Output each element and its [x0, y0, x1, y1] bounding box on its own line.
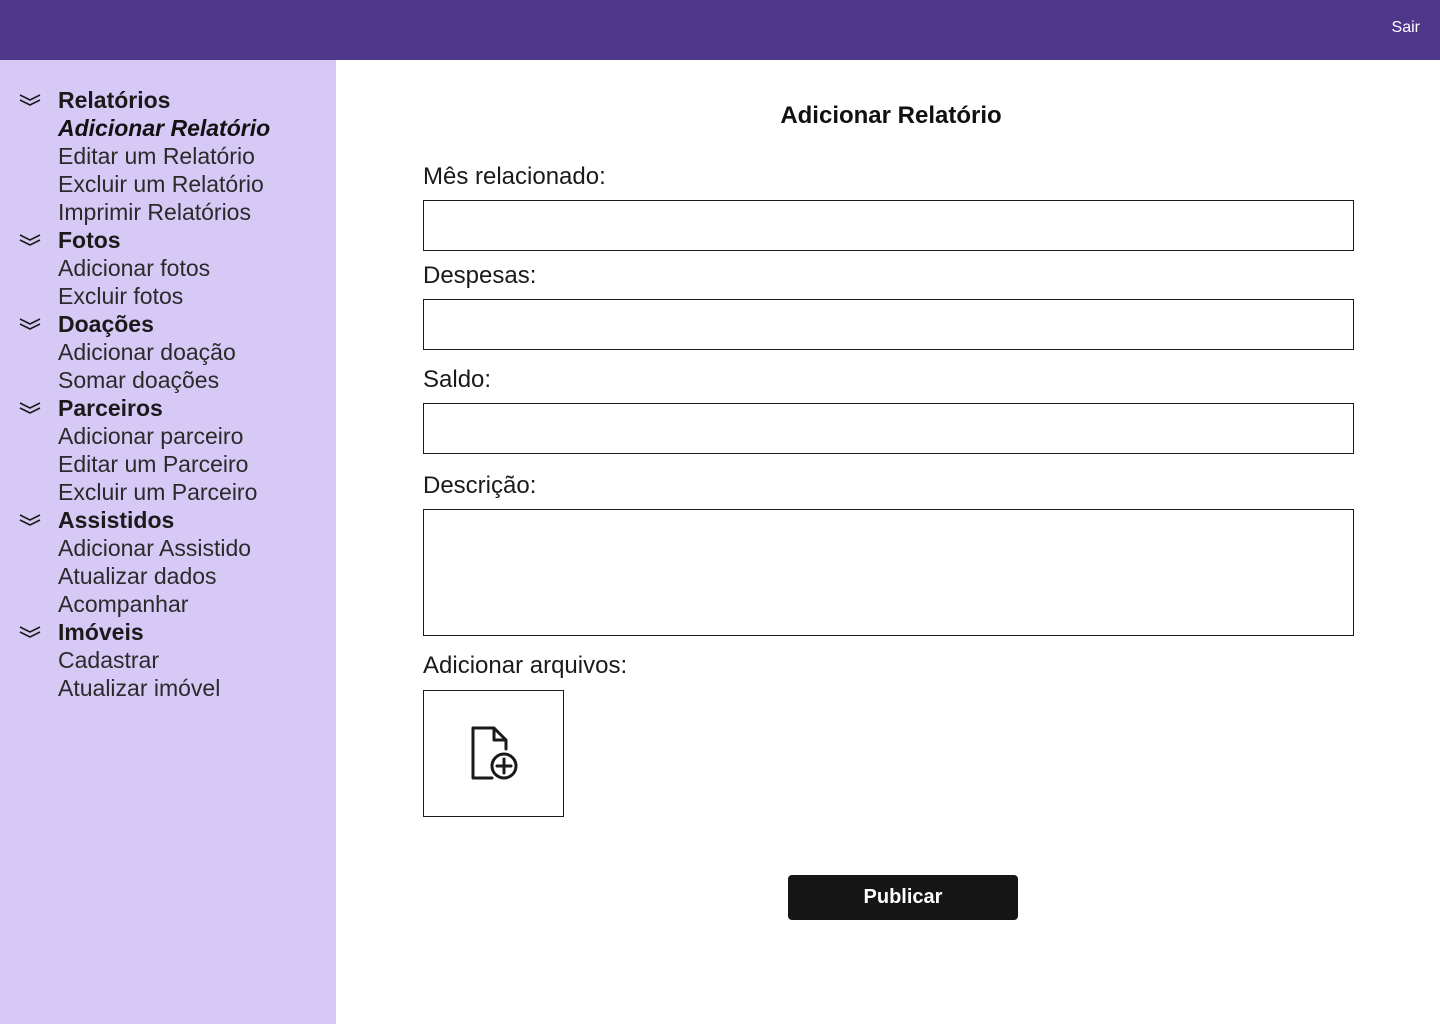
chevron-down-icon[interactable]	[18, 618, 58, 646]
section-title: Imóveis	[58, 619, 144, 645]
nav-item-cadastrar[interactable]: Cadastrar	[18, 646, 328, 674]
month-input[interactable]	[423, 200, 1354, 251]
section-header-imoveis[interactable]: Imóveis	[18, 618, 328, 646]
section-header-doacoes[interactable]: Doações	[18, 310, 328, 338]
nav-item-excluir-relatorio[interactable]: Excluir um Relatório	[18, 170, 328, 198]
chevron-down-icon[interactable]	[18, 226, 58, 254]
nav-section-imoveis: Imóveis Cadastrar Atualizar imóvel	[18, 618, 328, 702]
nav-item-excluir-fotos[interactable]: Excluir fotos	[18, 282, 328, 310]
nav-item-acompanhar[interactable]: Acompanhar	[18, 590, 328, 618]
file-add-icon	[471, 726, 517, 779]
chevron-down-icon[interactable]	[18, 310, 58, 338]
nav-section-relatorios: Relatórios Adicionar Relatório Editar um…	[18, 86, 328, 226]
chevron-down-icon[interactable]	[18, 86, 58, 114]
nav-section-parceiros: Parceiros Adicionar parceiro Editar um P…	[18, 394, 328, 506]
main-content: Adicionar Relatório Mês relacionado: Des…	[336, 60, 1440, 1024]
nav-item-editar-relatorio[interactable]: Editar um Relatório	[18, 142, 328, 170]
description-label: Descrição:	[423, 472, 537, 499]
section-header-relatorios[interactable]: Relatórios	[18, 86, 328, 114]
nav-item-adicionar-parceiro[interactable]: Adicionar parceiro	[18, 422, 328, 450]
files-label: Adicionar arquivos:	[423, 652, 628, 679]
chevron-down-icon[interactable]	[18, 394, 58, 422]
nav-item-imprimir-relatorios[interactable]: Imprimir Relatórios	[18, 198, 328, 226]
nav-item-somar-doacoes[interactable]: Somar doações	[18, 366, 328, 394]
nav-item-excluir-parceiro[interactable]: Excluir um Parceiro	[18, 478, 328, 506]
description-textarea[interactable]	[423, 509, 1354, 636]
expenses-label: Despesas:	[423, 262, 537, 289]
section-title: Doações	[58, 311, 154, 337]
nav-item-atualizar-imovel[interactable]: Atualizar imóvel	[18, 674, 328, 702]
publish-button[interactable]: Publicar	[788, 875, 1018, 920]
nav-item-atualizar-dados[interactable]: Atualizar dados	[18, 562, 328, 590]
nav-item-adicionar-assistido[interactable]: Adicionar Assistido	[18, 534, 328, 562]
section-title: Assistidos	[58, 507, 175, 533]
top-bar: Sair	[0, 0, 1440, 60]
logout-link[interactable]: Sair	[1392, 19, 1420, 37]
page-title: Adicionar Relatório	[780, 102, 1002, 129]
expenses-input[interactable]	[423, 299, 1354, 350]
nav-item-adicionar-fotos[interactable]: Adicionar fotos	[18, 254, 328, 282]
section-header-parceiros[interactable]: Parceiros	[18, 394, 328, 422]
section-header-assistidos[interactable]: Assistidos	[18, 506, 328, 534]
nav-item-adicionar-relatorio[interactable]: Adicionar Relatório	[18, 114, 328, 142]
sidebar: Relatórios Adicionar Relatório Editar um…	[0, 60, 336, 1024]
section-header-fotos[interactable]: Fotos	[18, 226, 328, 254]
nav-section-doacoes: Doações Adicionar doação Somar doações	[18, 310, 328, 394]
section-title: Parceiros	[58, 395, 163, 421]
nav-item-editar-parceiro[interactable]: Editar um Parceiro	[18, 450, 328, 478]
balance-label: Saldo:	[423, 366, 492, 393]
file-upload-button[interactable]	[423, 690, 564, 817]
month-label: Mês relacionado:	[423, 163, 606, 190]
nav-section-assistidos: Assistidos Adicionar Assistido Atualizar…	[18, 506, 328, 618]
balance-input[interactable]	[423, 403, 1354, 454]
section-title: Relatórios	[58, 87, 171, 113]
chevron-down-icon[interactable]	[18, 506, 58, 534]
nav-section-fotos: Fotos Adicionar fotos Excluir fotos	[18, 226, 328, 310]
sidebar-nav: Relatórios Adicionar Relatório Editar um…	[18, 86, 328, 702]
section-title: Fotos	[58, 227, 121, 253]
nav-item-adicionar-doacao[interactable]: Adicionar doação	[18, 338, 328, 366]
